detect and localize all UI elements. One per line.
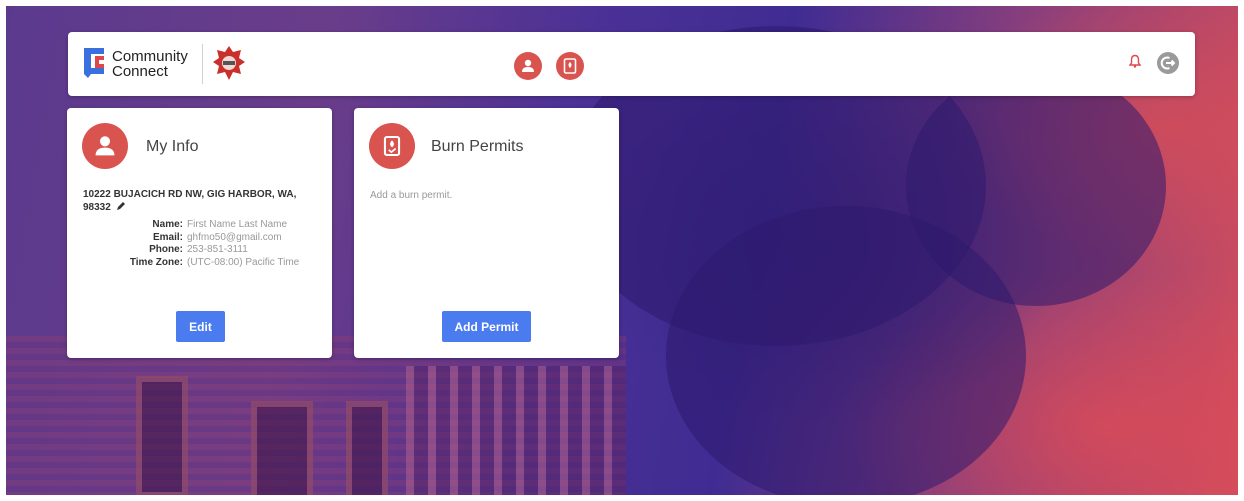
fire-department-seal-icon [213,46,245,80]
brand-line2: Connect [112,63,168,80]
user-icon [522,59,534,72]
burn-permits-subtext: Add a burn permit. [370,190,453,201]
logout-icon [1157,52,1179,74]
info-label: Email: [152,231,183,243]
info-label: Phone: [149,244,183,255]
brand-line1: Community [112,48,188,65]
address-line2: 98332 [83,202,111,213]
burn-permits-avatar [369,123,415,169]
my-info-avatar [82,123,128,169]
burn-permits-title: Burn Permits [431,138,524,155]
my-info-nav-button[interactable] [514,52,542,80]
info-row-email: Email: ghfmo50@gmail.com [83,232,333,245]
info-row-phone: Phone: 253-851-3111 [83,244,333,257]
notifications-button[interactable] [1129,54,1141,68]
burn-permit-icon [563,58,577,74]
bell-icon [1129,54,1141,68]
info-label: Time Zone: [129,256,183,268]
info-value: First Name Last Name [187,219,288,230]
pencil-icon[interactable] [116,201,126,211]
logout-button[interactable] [1156,51,1180,75]
info-row-name: Name: First Name Last Name [83,219,333,232]
info-value: 253-851-3111 [187,244,248,255]
address: 10222 BUJACICH RD NW, GIG HARBOR, WA, 98… [83,188,323,214]
my-info-card: My Info 10222 BUJACICH RD NW, GIG HARBOR… [67,108,332,358]
contact-details: Name: First Name Last Name Email: ghfmo5… [83,219,333,269]
info-label: Name: [152,219,183,230]
burn-permits-card: Burn Permits Add a burn permit. Add Perm… [354,108,619,358]
my-info-title: My Info [146,138,199,155]
top-navbar: Community Connect [68,32,1195,96]
info-value: ghfmo50@gmail.com [187,231,282,243]
add-permit-button[interactable]: Add Permit [442,311,531,342]
info-value: (UTC-08:00) Pacific Time [187,256,300,268]
logo-divider [202,44,203,84]
address-line1: 10222 BUJACICH RD NW, GIG HARBOR, WA, [83,189,297,200]
user-icon [95,136,115,156]
burn-permit-icon [383,135,401,157]
edit-button[interactable]: Edit [176,311,225,342]
community-connect-logo-mark [84,48,104,78]
community-connect-logo[interactable]: Community Connect [82,42,202,86]
info-row-timezone: Time Zone: (UTC-08:00) Pacific Time [83,257,333,270]
burn-permits-nav-button[interactable] [556,52,584,80]
